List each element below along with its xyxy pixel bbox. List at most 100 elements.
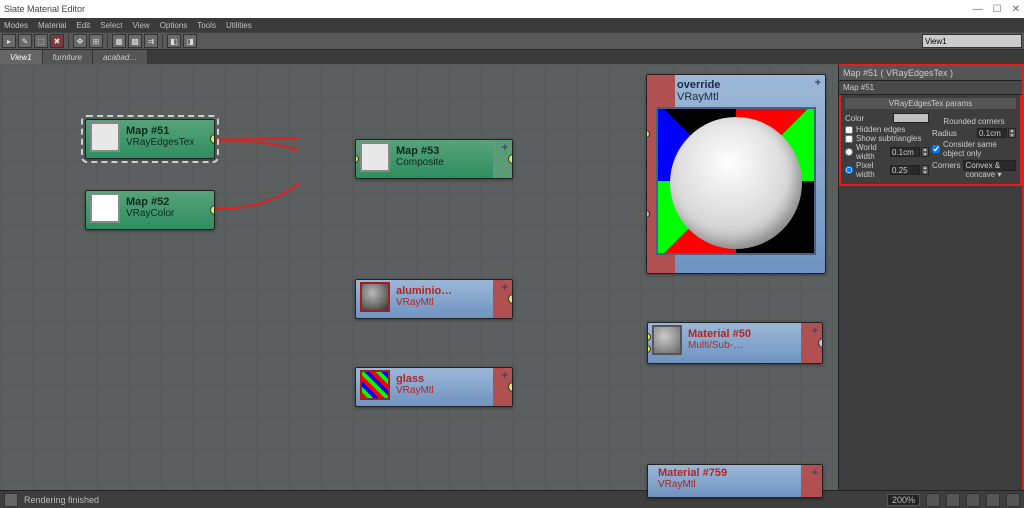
radio-pixel-width[interactable]: Pixel width ▲▼ (845, 161, 929, 179)
node-title: override (677, 79, 821, 91)
node-thumb-icon (360, 142, 390, 172)
nav-pan-icon[interactable] (926, 493, 940, 507)
menu-tools[interactable]: Tools (197, 21, 216, 30)
radio-world-width[interactable]: World width ▲▼ (845, 143, 929, 161)
node-thumb-icon (360, 370, 390, 400)
node-aluminio[interactable]: + aluminio… VRayMtl (355, 279, 513, 319)
port-out[interactable] (508, 294, 513, 304)
node-thumb-icon (360, 282, 390, 312)
node-graph[interactable]: Map #51 VRayEdgesTex Map #52 VRayColor (0, 64, 838, 490)
node-map51[interactable]: Map #51 VRayEdgesTex (85, 119, 215, 159)
node-type: VRayMtl (396, 297, 452, 309)
node-material759[interactable]: + Material #759 VRayMtl (647, 464, 823, 498)
node-type: VRayMtl (396, 385, 434, 397)
nav-extents-icon[interactable] (986, 493, 1000, 507)
port-out[interactable] (818, 338, 823, 348)
tool-sample-icon[interactable]: ✎ (18, 34, 32, 48)
menu-material[interactable]: Material (38, 21, 66, 30)
section-header: VRayEdgesTex params (845, 98, 1016, 109)
node-type: VRayMtl (658, 479, 727, 491)
port-out[interactable] (508, 382, 513, 392)
node-title: Material #759 (658, 467, 727, 479)
nav-fit-icon[interactable] (966, 493, 980, 507)
panel-map-name: Map #51 (839, 81, 1022, 95)
label-radius: Radius (932, 129, 957, 138)
node-material50[interactable]: + Material #50 Multi/Sub-… (647, 322, 823, 364)
toolbar: ▸ ✎ ⬚ ✖ ✥ ⊞ ▦ ▩ ⇉ ◧ ◨ View1 (0, 32, 1024, 50)
menu-edit[interactable]: Edit (76, 21, 90, 30)
node-title: Map #52 (126, 196, 174, 208)
expand-icon[interactable]: + (502, 142, 508, 154)
port-out[interactable] (210, 134, 215, 144)
label-color: Color (845, 114, 864, 123)
node-title: Map #53 (396, 145, 444, 157)
view-tabs: View1 furniture acabad… (0, 50, 1024, 64)
expand-icon[interactable]: + (812, 325, 818, 337)
node-type: Composite (396, 157, 444, 169)
select-corners[interactable]: Convex & concave ▾ (963, 160, 1016, 171)
tool-opt2-icon[interactable]: ◨ (183, 34, 197, 48)
close-icon[interactable]: ✕ (1012, 4, 1020, 15)
color-swatch[interactable] (893, 113, 929, 123)
node-title: glass (396, 373, 434, 385)
node-map52[interactable]: Map #52 VRayColor (85, 190, 215, 230)
panel-title: Map #51 ( VRayEdgesTex ) (839, 66, 1022, 81)
spinner-radius[interactable]: ▲▼ (977, 128, 1016, 138)
node-glass[interactable]: + glass VRayMtl (355, 367, 513, 407)
status-text: Rendering finished (24, 495, 99, 505)
node-type: VRayEdgesTex (126, 137, 194, 149)
port-out[interactable] (210, 205, 215, 215)
node-thumb-icon (652, 325, 682, 355)
label-rounded-corners: Rounded corners (932, 117, 1016, 126)
node-title: Map #51 (126, 125, 194, 137)
node-map53[interactable]: + Map #53 Composite (355, 139, 513, 179)
tool-arrange-icon[interactable]: ⇉ (144, 34, 158, 48)
menu-view[interactable]: View (133, 21, 150, 30)
nav-zoom-icon[interactable] (946, 493, 960, 507)
zoom-level[interactable]: 200% (887, 494, 920, 506)
expand-icon[interactable]: + (815, 77, 821, 89)
tool-delete-icon[interactable]: ✖ (50, 34, 64, 48)
node-type: Multi/Sub-… (688, 340, 751, 352)
render-status-icon (4, 493, 18, 507)
material-preview (656, 107, 816, 255)
spinner-world-width[interactable]: ▲▼ (890, 147, 929, 157)
node-type: VRayMtl (677, 91, 821, 103)
tab-furniture[interactable]: furniture (43, 50, 93, 64)
node-override[interactable]: + override VRayMtl (646, 74, 826, 274)
checkbox-consider-same[interactable]: Consider same object only (932, 140, 1016, 158)
tool-show-map-icon[interactable]: ▦ (112, 34, 126, 48)
status-bar: Rendering finished 200% (0, 490, 1024, 508)
node-thumb-icon (90, 122, 120, 152)
port-out[interactable] (508, 154, 513, 164)
menu-modes[interactable]: Modes (4, 21, 28, 30)
maximize-icon[interactable]: ☐ (993, 4, 1002, 15)
tool-assign-icon[interactable]: ⬚ (34, 34, 48, 48)
minimize-icon[interactable]: — (973, 4, 983, 15)
tool-show-result-icon[interactable]: ▩ (128, 34, 142, 48)
nav-region-icon[interactable] (1006, 493, 1020, 507)
tool-pick-icon[interactable]: ▸ (2, 34, 16, 48)
expand-icon[interactable]: + (502, 370, 508, 382)
spinner-pixel-width[interactable]: ▲▼ (890, 165, 929, 175)
menu-utilities[interactable]: Utilities (226, 21, 252, 30)
label-corners: Corners (932, 161, 960, 170)
tool-opt1-icon[interactable]: ◧ (167, 34, 181, 48)
checkbox-hidden-edges[interactable]: Hidden edges (845, 125, 929, 134)
menu-select[interactable]: Select (100, 21, 122, 30)
preview-sphere-icon (670, 117, 802, 249)
menu-bar: Modes Material Edit Select View Options … (0, 18, 1024, 32)
expand-icon[interactable]: + (502, 282, 508, 294)
parameter-panel: Map #51 ( VRayEdgesTex ) Map #51 VRayEdg… (838, 64, 1024, 490)
tab-view1[interactable]: View1 (0, 50, 43, 64)
node-thumb-icon (90, 193, 120, 223)
title-bar: Slate Material Editor — ☐ ✕ (0, 0, 1024, 18)
tool-move-icon[interactable]: ✥ (73, 34, 87, 48)
node-title: aluminio… (396, 285, 452, 297)
view-selector[interactable]: View1 (922, 34, 1022, 48)
checkbox-subtriangles[interactable]: Show subtriangles (845, 134, 929, 143)
tool-layout-icon[interactable]: ⊞ (89, 34, 103, 48)
tab-acabad[interactable]: acabad… (93, 50, 148, 64)
expand-icon[interactable]: + (812, 467, 818, 479)
menu-options[interactable]: Options (160, 21, 188, 30)
